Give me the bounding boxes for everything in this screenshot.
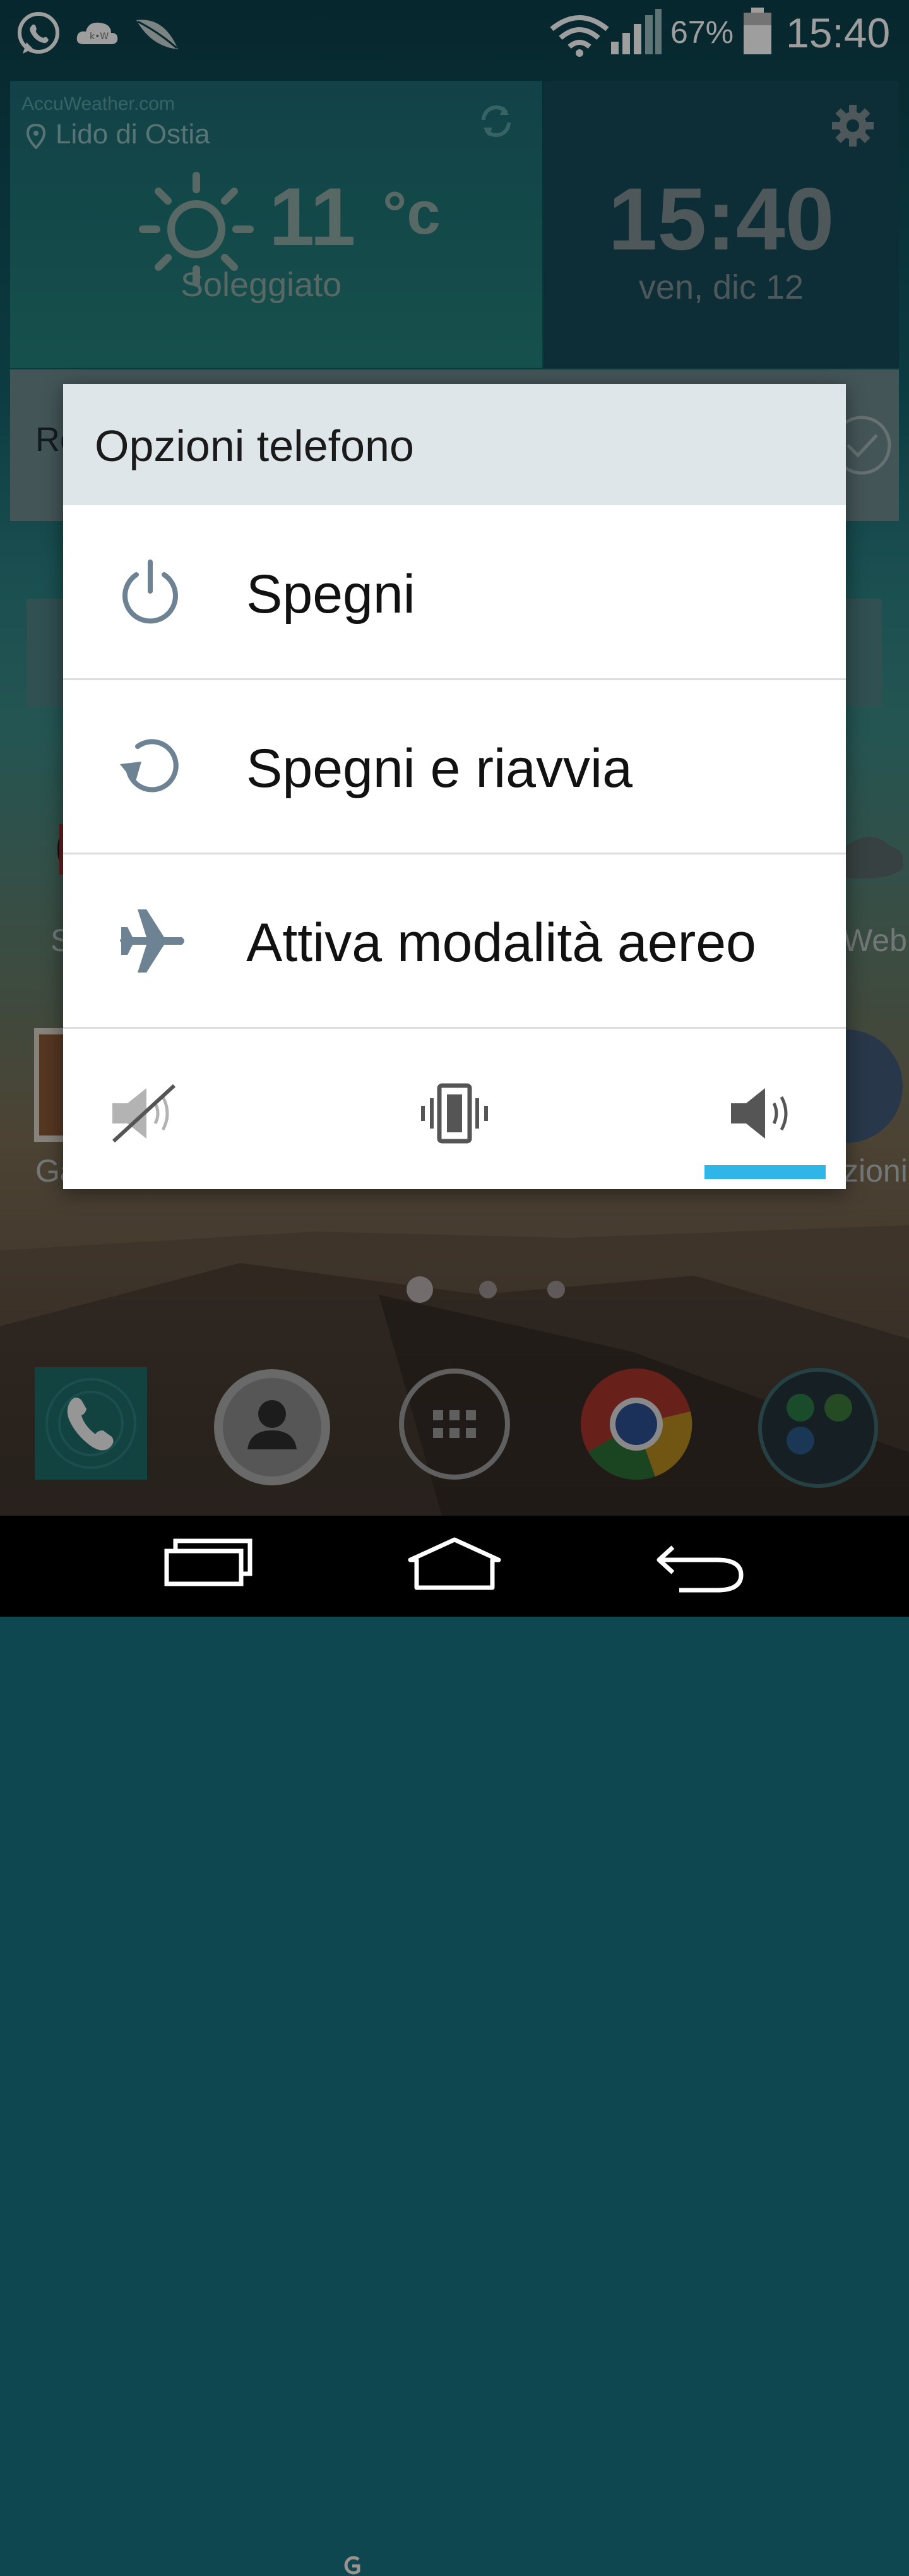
restart-icon — [120, 739, 179, 793]
mute-icon[interactable] — [109, 1082, 179, 1145]
vibrate-icon[interactable] — [419, 1082, 490, 1145]
back-button[interactable] — [654, 1535, 749, 1598]
airplane-mode-option[interactable]: Attiva modalità aereo — [63, 854, 846, 1029]
power-icon — [122, 560, 178, 624]
navigation-bar — [0, 1516, 909, 1617]
airplane-icon — [120, 909, 184, 973]
selected-sound-indicator — [704, 1165, 826, 1179]
lg-g-icon — [344, 2556, 360, 2575]
sound-mode-selector — [63, 1025, 846, 1189]
airplane-mode-label: Attiva modalità aereo — [246, 913, 756, 973]
power-off-label: Spegni — [246, 564, 415, 625]
volume-icon[interactable] — [727, 1082, 798, 1145]
restart-option[interactable]: Spegni e riavvia — [63, 680, 846, 854]
phone-options-dialog: Opzioni telefono Spegni Spegni e riavvia… — [63, 384, 846, 1189]
power-off-option[interactable]: Spegni — [63, 505, 846, 680]
dialog-header: Opzioni telefono — [63, 384, 846, 505]
recents-button[interactable] — [163, 1535, 258, 1598]
dialog-title: Opzioni telefono — [95, 421, 414, 470]
home-button[interactable] — [405, 1535, 504, 1598]
restart-label: Spegni e riavvia — [246, 738, 633, 799]
